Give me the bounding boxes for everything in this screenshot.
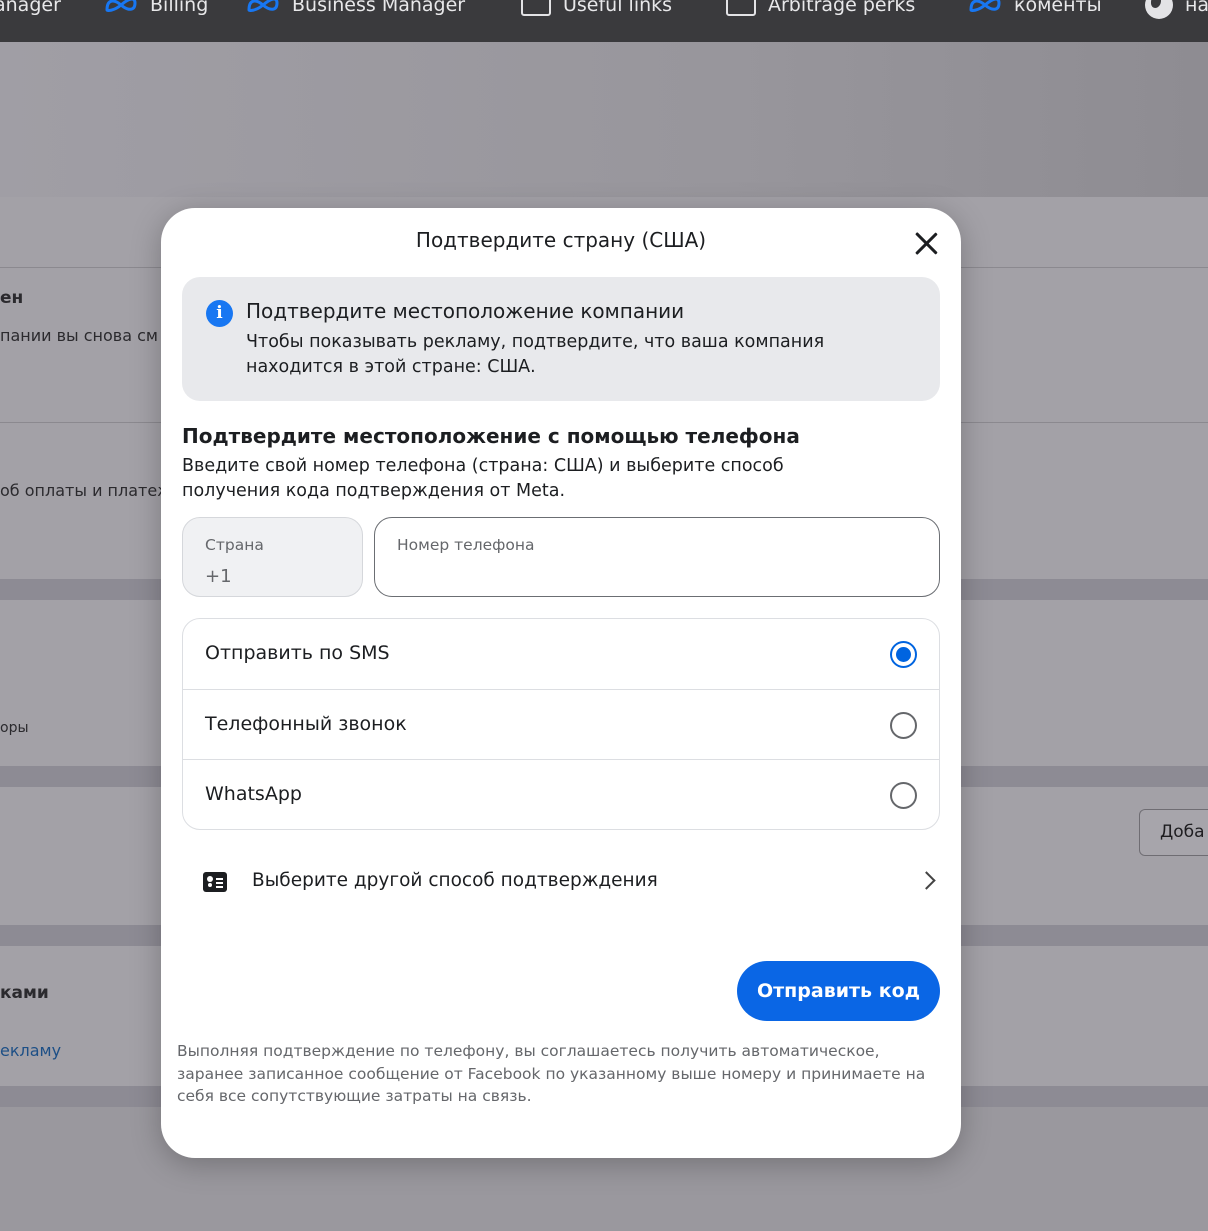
bookmark-useful-links[interactable]: Useful links xyxy=(521,0,672,18)
id-card-icon xyxy=(203,872,227,892)
info-text: Чтобы показывать рекламу, подтвердите, ч… xyxy=(246,332,825,377)
bookmark-arbitrage-perks[interactable]: Arbitrage perks xyxy=(726,0,915,18)
option-sms[interactable]: Отправить по SMS xyxy=(183,619,939,689)
option-label: Телефонный звонок xyxy=(205,713,407,735)
phone-number-label: Номер телефона xyxy=(397,536,535,554)
info-icon: i xyxy=(206,300,233,327)
background-text: пании вы снова см xyxy=(0,326,158,345)
background-heading: ками xyxy=(0,983,49,1003)
bookmark-label: anager xyxy=(0,0,61,16)
phone-number-input[interactable]: Номер телефона xyxy=(374,517,940,597)
background-text: об оплаты и платеж xyxy=(0,481,172,500)
meta-icon xyxy=(969,0,1001,12)
background-text: оры xyxy=(0,720,29,736)
dialog-title: Подтвердите страну (США) xyxy=(415,228,707,252)
option-phone-call[interactable]: Телефонный звонок xyxy=(183,689,939,759)
background-add-button[interactable]: Доба xyxy=(1139,809,1208,856)
option-label: Отправить по SMS xyxy=(205,642,390,664)
background-link[interactable]: екламу xyxy=(0,1041,61,1060)
bookmark-billing[interactable]: Billing xyxy=(104,0,208,18)
other-verification-method[interactable]: Выберите другой способ подтверждения xyxy=(182,848,940,914)
meta-icon xyxy=(247,0,279,12)
close-icon[interactable] xyxy=(911,228,941,258)
background-header xyxy=(0,42,1208,197)
bookmark-komenty[interactable]: коменты xyxy=(968,0,1102,18)
meta-icon xyxy=(105,0,137,12)
country-code-field[interactable]: Страна +1 xyxy=(182,517,363,597)
info-banner: i Подтвердите местоположение компании Чт… xyxy=(182,277,940,401)
option-label: WhatsApp xyxy=(205,783,302,805)
radio-button[interactable] xyxy=(890,712,917,739)
folder-icon xyxy=(521,0,551,16)
background-heading: ен xyxy=(0,288,24,308)
disclaimer-text: Выполняя подтверждение по телефону, вы с… xyxy=(177,1042,926,1105)
bookmark-label: на xyxy=(1185,0,1208,16)
bookmark-label: Business Manager xyxy=(292,0,466,16)
confirm-country-dialog: Подтвердите страну (США) i Подтвердите м… xyxy=(161,208,961,1158)
globe-icon xyxy=(1145,0,1173,19)
bookmark-label: коменты xyxy=(1014,0,1102,16)
bookmarks-bar: anager Billing Business Manager Useful l… xyxy=(0,0,1208,42)
bookmark-label: Useful links xyxy=(563,0,673,16)
radio-button[interactable] xyxy=(890,782,917,809)
send-code-button[interactable]: Отправить код xyxy=(737,961,940,1021)
radio-button-selected[interactable] xyxy=(890,641,917,668)
folder-icon xyxy=(726,0,756,16)
chevron-right-icon xyxy=(917,871,936,890)
country-code-label: Страна xyxy=(205,536,264,554)
delivery-method-options: Отправить по SMS Телефонный звонок Whats… xyxy=(182,618,940,830)
info-title: Подтвердите местоположение компании xyxy=(246,299,685,323)
bookmark-label: Billing xyxy=(150,0,209,16)
other-method-label: Выберите другой способ подтверждения xyxy=(252,870,658,891)
section-description: Введите свой номер телефона (страна: США… xyxy=(182,456,784,501)
option-whatsapp[interactable]: WhatsApp xyxy=(183,759,939,829)
section-title: Подтвердите местоположение с помощью тел… xyxy=(182,424,800,448)
country-code-value: +1 xyxy=(205,566,232,587)
bookmark-globe[interactable]: на xyxy=(1145,0,1208,19)
bookmark-label: Arbitrage perks xyxy=(768,0,916,16)
bookmark-ads-manager[interactable]: anager xyxy=(0,0,61,18)
bookmark-business-manager[interactable]: Business Manager xyxy=(246,0,465,18)
